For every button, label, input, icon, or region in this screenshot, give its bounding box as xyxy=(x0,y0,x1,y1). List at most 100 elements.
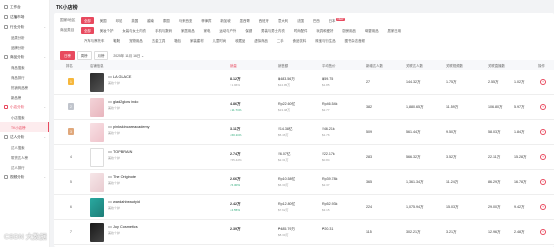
sidebar-item-shop[interactable]: 小店分析 ⌄ xyxy=(0,102,49,112)
country-chip[interactable]: 巴西 xyxy=(310,17,323,24)
category-chip[interactable]: 图书杂志音频 xyxy=(342,37,368,44)
category-chip[interactable]: 家电 xyxy=(201,27,214,34)
country-chip[interactable]: 印尼 xyxy=(113,17,126,24)
shop-name[interactable]: glad2glow indo xyxy=(108,100,138,104)
table-row[interactable]: 6 wardahbeautyid 美妆个护 2.42万 ↓2.55% Rp12.… xyxy=(54,195,554,220)
tab-daily[interactable]: 日榜 xyxy=(60,51,75,60)
header-sales[interactable]: 销量 xyxy=(230,63,237,68)
sidebar-sub-selling-creators[interactable]: 带货达人榜 xyxy=(0,152,49,162)
videos: 15.03万 xyxy=(446,205,459,209)
sidebar-item-creator[interactable]: 达人分析 ⌄ xyxy=(0,132,49,142)
category-chip[interactable]: 厨房用品 xyxy=(339,27,359,34)
sidebar-item-video[interactable]: 视频分析 ⌄ xyxy=(0,172,49,182)
shop-name[interactable]: wardahbeautyid xyxy=(108,200,140,204)
table-row[interactable]: 2 glad2glow indo 美妆个护 4.86万 ↓11.71% Rp22… xyxy=(54,95,554,120)
category-chip[interactable]: 收藏品 xyxy=(232,37,248,44)
tab-monthly[interactable]: 月榜 xyxy=(93,51,109,60)
category-chip[interactable]: 宠物用品 xyxy=(126,37,146,44)
add-icon[interactable]: + xyxy=(540,154,546,160)
country-chip[interactable]: 菲律宾 xyxy=(198,17,214,24)
tab-weekly[interactable]: 周榜 xyxy=(76,51,92,60)
table-row[interactable]: 7 Joy Cosmetics 美妆个护 2.39万 ₱485.79万 $8.3… xyxy=(54,220,554,245)
category-chip[interactable]: 虚拟商品 xyxy=(251,37,271,44)
sidebar-sub-category[interactable]: 品类分析 xyxy=(0,32,49,42)
add-icon[interactable]: + xyxy=(540,104,546,110)
country-chip[interactable]: 泰国 xyxy=(160,17,173,24)
category-chip[interactable]: 手机与数码 xyxy=(152,27,175,34)
user-icon xyxy=(4,135,8,139)
category-chip[interactable]: 箱包 xyxy=(171,37,184,44)
revenue-value: ฿483.56万 xyxy=(278,77,295,81)
sidebar-sub-shop-search[interactable]: 小店搜索 xyxy=(0,112,49,122)
country-chip[interactable]: 越南 xyxy=(144,17,157,24)
category-chip[interactable]: 五金工具 xyxy=(149,37,169,44)
sidebar-sub-hot[interactable]: 热销商品榜 xyxy=(0,82,49,92)
lives: 106.80万 xyxy=(488,105,503,109)
header-lives[interactable]: 关联直播数 xyxy=(488,63,505,68)
shop-name[interactable]: Joy Cosmetics xyxy=(108,225,138,229)
table-row[interactable]: 3 pinkskincareacademy 美妆个护 3.11万 ↓60.11%… xyxy=(54,120,554,145)
country-chip[interactable]: 意大利 xyxy=(275,17,291,24)
table-row[interactable]: 4 TOPBRAIN 美妆个护 2.74万 ↑55.42% ₫6.07亿 $2.… xyxy=(54,145,554,170)
category-chip[interactable]: 玩具和爱好 xyxy=(313,27,336,34)
header-videos[interactable]: 关联视频数 xyxy=(446,63,463,68)
add-icon[interactable]: + xyxy=(540,129,546,135)
sidebar-item-industry[interactable]: 行业分析 ⌄ xyxy=(0,22,49,32)
shop-name[interactable]: LA GLACE xyxy=(108,75,131,79)
category-chip[interactable]: 家装建材 xyxy=(187,37,207,44)
category-chip[interactable]: 全部 xyxy=(81,27,94,34)
country-chip[interactable]: 美国 xyxy=(97,17,110,24)
category-chip[interactable]: 食品饮料 xyxy=(290,37,310,44)
add-icon[interactable]: + xyxy=(540,179,546,185)
sidebar-sub-brand[interactable]: 品牌分析 xyxy=(0,42,49,52)
country-chip[interactable]: 英国 xyxy=(128,17,141,24)
add-icon[interactable]: + xyxy=(540,79,546,85)
date-picker[interactable]: 2025年 11月 16日 ⌄ xyxy=(113,53,144,58)
category-chip[interactable]: 家居用品 xyxy=(178,27,198,34)
category-chip[interactable]: 汽车与摩托车 xyxy=(81,37,107,44)
category-chip[interactable]: 二手 xyxy=(274,37,287,44)
category-chip[interactable]: 运动与户外 xyxy=(216,27,239,34)
sidebar-sub-creator-search[interactable]: 达人搜索 xyxy=(0,142,49,152)
sidebar-item-product[interactable]: 商品分析 ⌄ xyxy=(0,52,49,62)
extra-metric: 5.97万 xyxy=(514,105,525,109)
sidebar-sub-product-search[interactable]: 商品搜索 xyxy=(0,62,49,72)
chart-icon xyxy=(4,25,8,29)
country-chip[interactable]: 西班牙 xyxy=(256,17,272,24)
category-chip[interactable]: 女装与女士内衣 xyxy=(119,27,149,34)
add-icon[interactable]: + xyxy=(540,204,546,210)
sidebar-sub-tk-shop-rank[interactable]: TK小店榜 xyxy=(0,122,49,132)
shop-name[interactable]: The Originote xyxy=(108,175,136,179)
add-icon[interactable]: + xyxy=(540,229,546,235)
category-chip[interactable]: 美妆个护 xyxy=(97,27,117,34)
country-chip[interactable]: 法国 xyxy=(294,17,307,24)
category-chip[interactable]: 男装与男士内衣 xyxy=(258,27,288,34)
header-creators[interactable]: 关联达人数 xyxy=(406,63,423,68)
header-price[interactable]: 平均售价 xyxy=(322,63,336,68)
country-chip[interactable]: 墨西哥 xyxy=(237,17,253,24)
category-chip[interactable]: 儿童时尚 xyxy=(210,37,230,44)
category-chip[interactable]: 鞋靴 xyxy=(110,37,123,44)
country-chip[interactable]: 日本 NEW xyxy=(326,17,348,24)
sidebar-sub-product-rank[interactable]: 商品排行 xyxy=(0,72,49,82)
header-revenue[interactable]: 销售额 xyxy=(278,63,288,68)
header-new-creators[interactable]: 新增达人数 xyxy=(366,63,383,68)
shop-name[interactable]: TOPBRAIN xyxy=(108,150,132,154)
sidebar-item-market[interactable]: 达播市场 xyxy=(0,12,49,22)
category-chip[interactable]: 珠宝与衍生品 xyxy=(312,37,338,44)
price-value: Rp39.78k xyxy=(322,177,338,181)
revenue-usd: $8.30万 xyxy=(278,233,289,237)
sidebar-sub-creator-rank[interactable]: 达人排行 xyxy=(0,162,49,172)
sidebar-item-workbench[interactable]: 工作台 xyxy=(0,2,49,12)
category-chip[interactable]: 保健 xyxy=(242,27,255,34)
shop-name[interactable]: pinkskincareacademy xyxy=(108,125,150,129)
category-chip[interactable]: 时尚配件 xyxy=(291,27,311,34)
country-chip[interactable]: 马来西亚 xyxy=(176,17,196,24)
table-row[interactable]: 1 LA GLACE 美妆个护 8.12万 ↑1.96% ฿483.56万 $1… xyxy=(54,70,554,95)
table-row[interactable]: 5 The Originote 美妆个护 2.66万 ↓5.30% Rp10.5… xyxy=(54,170,554,195)
category-chip[interactable]: 母婴用品 xyxy=(362,27,382,34)
country-chip[interactable]: 新加坡 xyxy=(217,17,233,24)
country-chip[interactable]: 全部 xyxy=(81,17,94,24)
sidebar-sub-new[interactable]: 新品榜 xyxy=(0,92,49,102)
category-chip[interactable]: 居家日用 xyxy=(384,27,404,34)
